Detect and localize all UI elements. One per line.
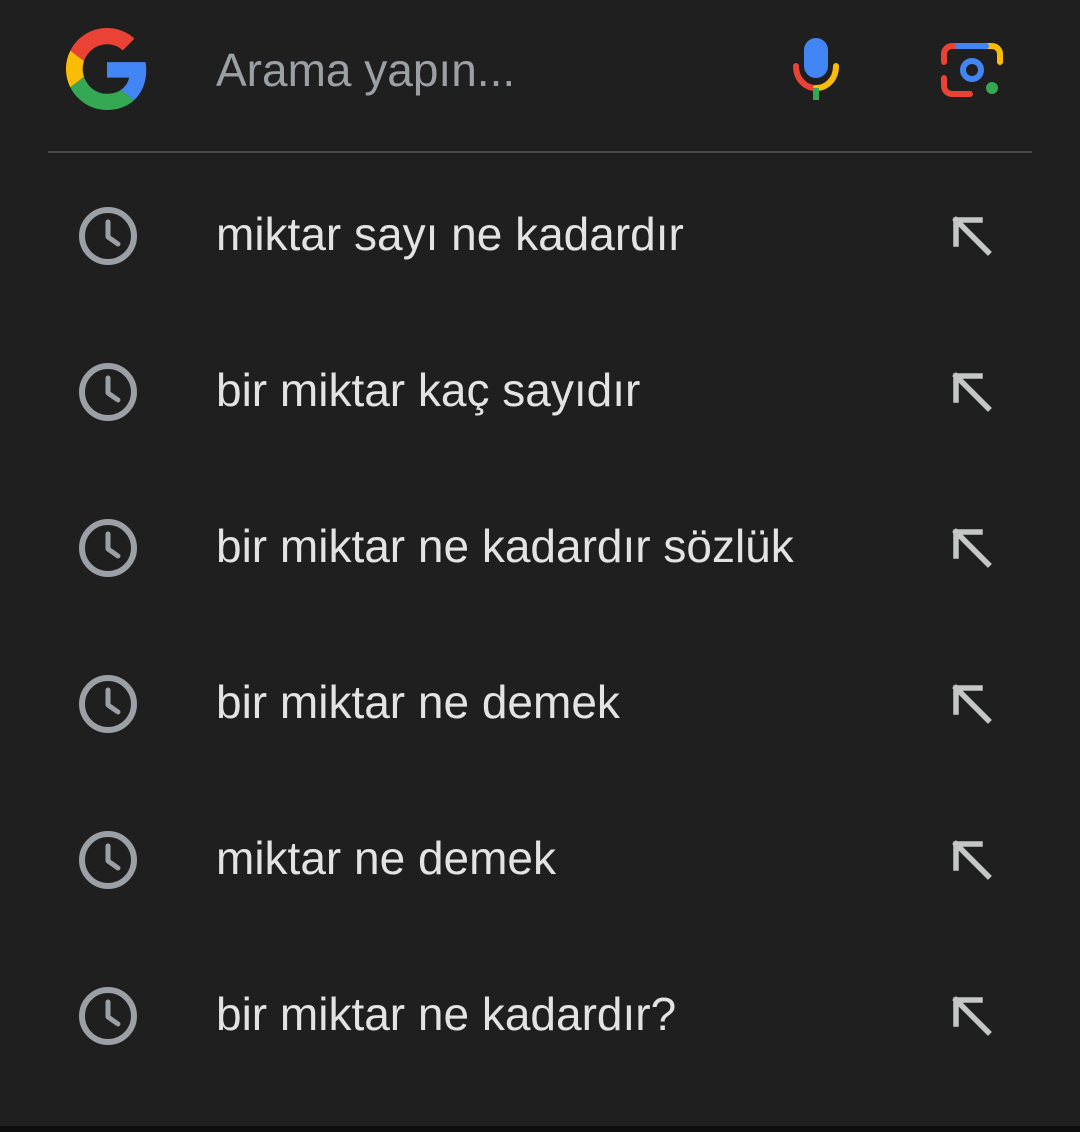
suggestion-text: bir miktar ne kadardır? <box>216 988 677 1040</box>
suggestion-text: bir miktar ne demek <box>216 676 620 728</box>
arrow-up-left-icon[interactable] <box>944 832 998 886</box>
suggestion-text: miktar sayı ne kadardır <box>216 208 684 260</box>
arrow-up-left-icon[interactable] <box>944 520 998 574</box>
clock-icon <box>79 987 137 1045</box>
clock-icon <box>79 831 137 889</box>
clock-icon <box>79 363 137 421</box>
lens-icon[interactable] <box>940 40 1004 100</box>
suggestion-item[interactable]: bir miktar ne demek <box>0 624 1080 780</box>
arrow-up-left-icon[interactable] <box>944 988 998 1042</box>
divider <box>48 151 1032 153</box>
suggestion-item[interactable]: bir miktar kaç sayıdır <box>0 312 1080 468</box>
search-bar <box>0 0 1080 140</box>
suggestion-item[interactable]: bir miktar ne kadardır? <box>0 936 1080 1092</box>
arrow-up-left-icon[interactable] <box>944 676 998 730</box>
suggestion-text: bir miktar kaç sayıdır <box>216 364 641 416</box>
suggestion-item[interactable]: miktar sayı ne kadardır <box>0 156 1080 312</box>
suggestion-text: bir miktar ne kadardır sözlük <box>216 520 794 572</box>
suggestion-item[interactable]: bir miktar ne kadardır sözlük <box>0 468 1080 624</box>
suggestion-list: miktar sayı ne kadardır bir miktar kaç s… <box>0 156 1080 1092</box>
bottom-edge <box>0 1126 1080 1132</box>
mic-icon[interactable] <box>790 34 842 104</box>
suggestion-item[interactable]: miktar ne demek <box>0 780 1080 936</box>
arrow-up-left-icon[interactable] <box>944 364 998 418</box>
clock-icon <box>79 675 137 733</box>
suggestion-text: miktar ne demek <box>216 832 557 884</box>
clock-icon <box>79 519 137 577</box>
clock-icon <box>79 207 137 265</box>
google-g-logo-icon <box>66 28 147 110</box>
search-input[interactable] <box>216 42 756 98</box>
arrow-up-left-icon[interactable] <box>944 208 998 262</box>
